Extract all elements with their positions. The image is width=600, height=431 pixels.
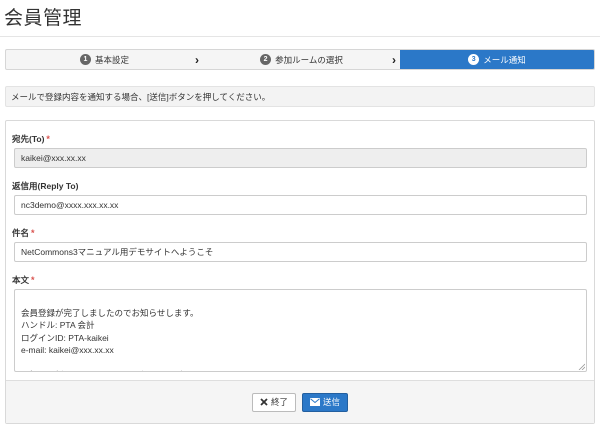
page-title: 会員管理 [4,8,83,29]
info-message: メールで登録内容を通知する場合、[送信]ボタンを押してください。 [5,86,595,107]
body-label: 本文 * [12,274,35,286]
to-value: kaikei@xxx.xx.xx [21,153,86,163]
required-mark: * [31,275,35,285]
reply-to-label: 返信用(Reply To) [12,180,78,192]
wizard-step-basic-settings[interactable]: 1 基本設定 › [6,50,203,69]
to-field: kaikei@xxx.xx.xx [14,148,587,168]
mail-form-panel: 宛先(To) * kaikei@xxx.xx.xx 返信用(Reply To) n… [5,120,595,424]
cancel-button[interactable]: 終了 [251,392,296,412]
title-divider [0,36,600,37]
body-textarea[interactable]: 会員登録が完了しましたのでお知らせします。 ハンドル: PTA 会計 ログインI… [14,289,587,372]
form-actions: 終了 送信 [6,380,594,423]
to-label: 宛先(To) * [12,133,50,145]
close-icon [260,398,268,406]
subject-label-text: 件名 [12,228,30,238]
subject-input[interactable]: NetCommons3マニュアル用デモサイトへようこそ [14,242,587,262]
chevron-right-icon: › [195,53,199,67]
send-button[interactable]: 送信 [302,392,349,412]
required-mark: * [46,134,50,144]
resize-handle-icon[interactable] [578,363,585,370]
chevron-right-icon: › [392,53,396,67]
step-number-badge: 1 [79,54,91,65]
step-number-badge: 3 [468,54,480,65]
body-value: 会員登録が完了しましたのでお知らせします。 ハンドル: PTA 会計 ログインI… [21,307,250,372]
step-label: 基本設定 [94,54,129,65]
cancel-button-label: 終了 [270,397,288,407]
subject-value: NetCommons3マニュアル用デモサイトへようこそ [21,247,214,257]
reply-to-input[interactable]: nc3demo@xxxx.xxx.xx.xx [14,195,587,215]
body-label-text: 本文 [12,275,30,285]
envelope-icon [310,398,320,406]
reply-to-label-text: 返信用(Reply To) [12,181,79,191]
step-number-badge: 2 [260,54,272,65]
reply-to-value: nc3demo@xxxx.xxx.xx.xx [21,200,119,210]
step-label: 参加ルームの選択 [275,54,343,65]
to-label-text: 宛先(To) [12,134,45,144]
send-button-label: 送信 [323,397,341,407]
wizard-steps: 1 基本設定 › 2 参加ルームの選択 › 3 メール通知 [5,49,595,70]
info-message-text: メールで登録内容を通知する場合、[送信]ボタンを押してください。 [11,91,271,102]
wizard-step-room-selection[interactable]: 2 参加ルームの選択 › [203,50,400,69]
wizard-step-mail-notification[interactable]: 3 メール通知 [400,50,594,69]
subject-label: 件名 * [12,227,35,239]
required-mark: * [31,228,35,238]
step-label: メール通知 [483,54,526,65]
